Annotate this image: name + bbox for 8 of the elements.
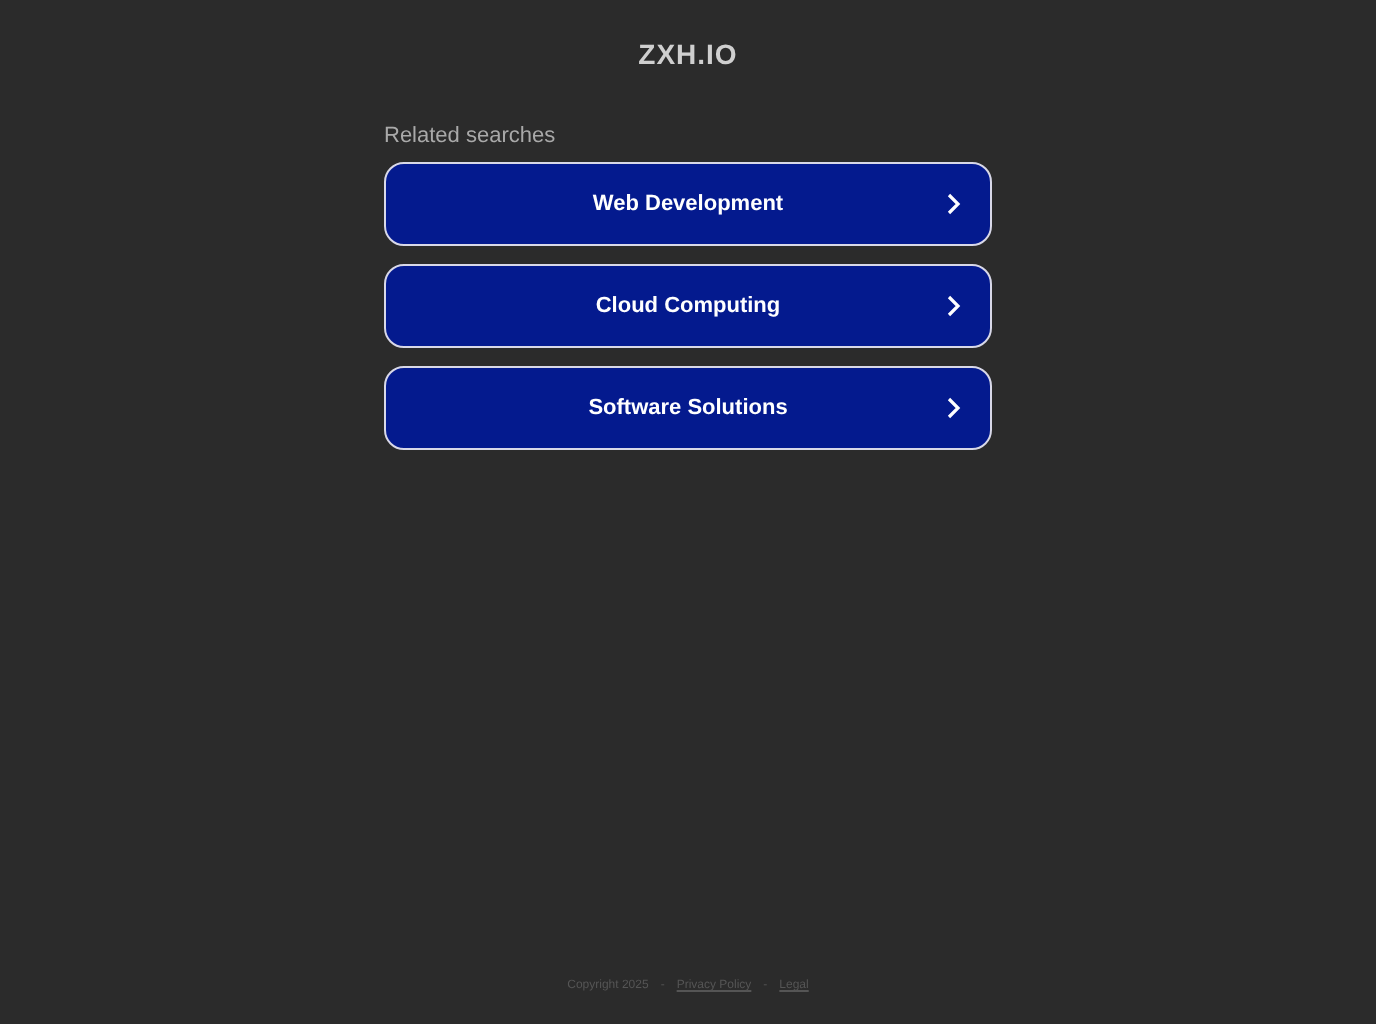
chevron-right-icon	[946, 294, 962, 318]
site-domain-title: ZXH.IO	[638, 38, 738, 72]
chevron-right-icon	[946, 396, 962, 420]
related-search-link[interactable]: Web Development	[384, 162, 992, 246]
chevron-right-icon	[946, 192, 962, 216]
related-searches-heading: Related searches	[384, 124, 558, 150]
related-search-link[interactable]: Software Solutions	[384, 366, 992, 450]
related-search-link[interactable]: Cloud Computing	[384, 264, 992, 348]
